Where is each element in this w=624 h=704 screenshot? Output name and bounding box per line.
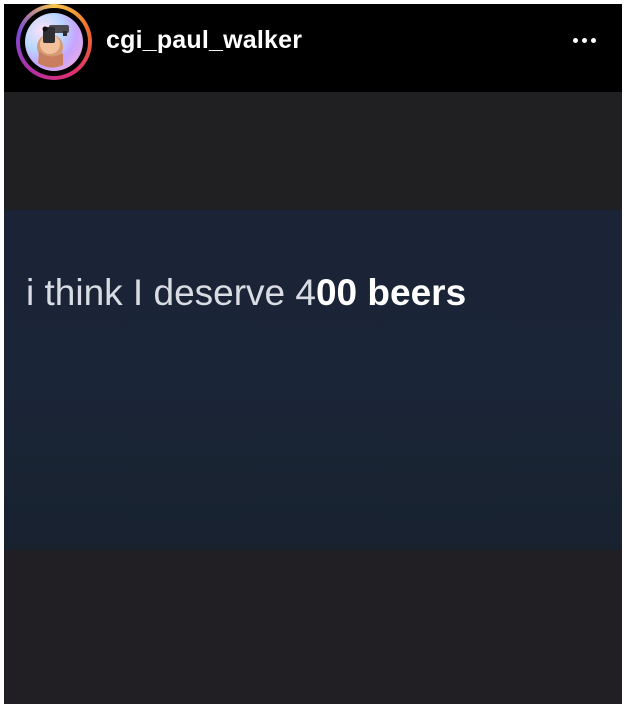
tweet-text-regular: i think I deserve 4 — [26, 272, 316, 313]
story-ring[interactable] — [16, 4, 92, 80]
instagram-post-frame: cgi_paul_walker i think I deserve 400 be… — [4, 4, 622, 704]
post-media-bottom-area — [4, 550, 622, 704]
post-username[interactable]: cgi_paul_walker — [106, 24, 302, 56]
tweet-text: i think I deserve 400 beers — [26, 270, 466, 316]
more-dot-icon — [581, 37, 587, 43]
tweet-text-bold: 00 beers — [315, 272, 467, 313]
avatar-illustration-icon — [37, 25, 69, 68]
more-dot-icon — [590, 37, 596, 43]
more-dot-icon — [572, 37, 578, 43]
profile-avatar-icon[interactable] — [25, 13, 83, 71]
post-media[interactable]: i think I deserve 400 beers — [4, 92, 622, 704]
post-media-top-area — [4, 92, 622, 210]
tweet-screenshot-band — [4, 210, 622, 550]
post-header: cgi_paul_walker — [4, 4, 622, 92]
more-options-button[interactable] — [564, 26, 604, 54]
avatar-border — [20, 8, 88, 76]
